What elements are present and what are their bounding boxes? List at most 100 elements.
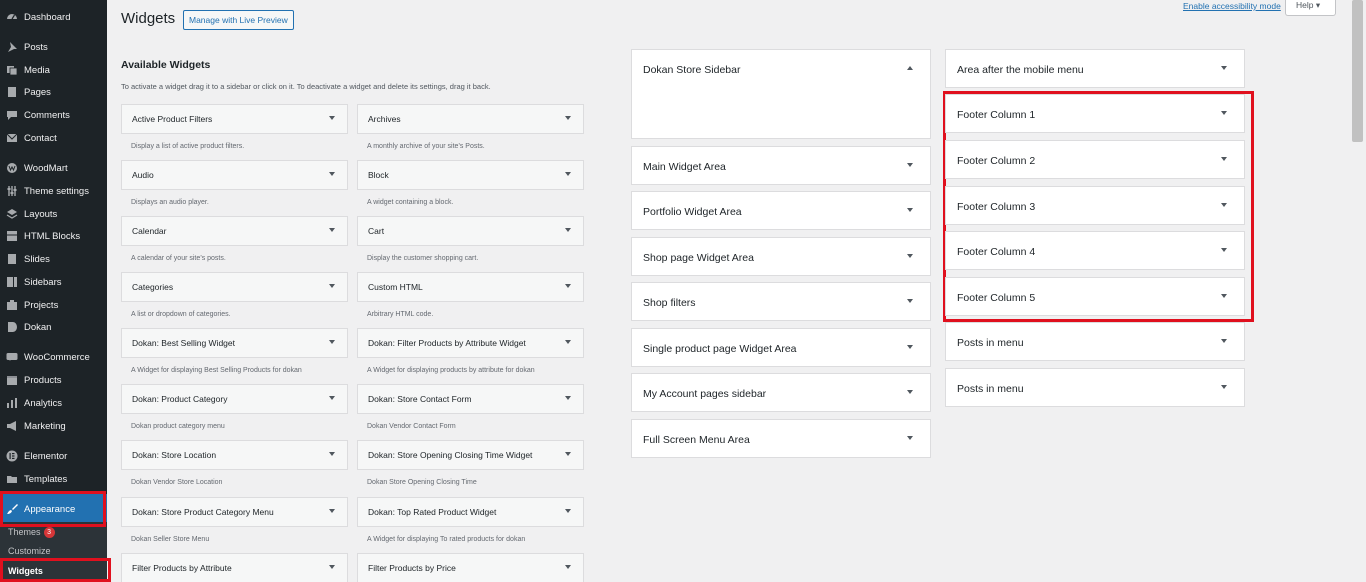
sidebar-area[interactable]: Portfolio Widget Area <box>631 191 931 230</box>
caret-down-icon[interactable] <box>565 509 571 513</box>
widget-tile[interactable]: Custom HTML <box>357 272 584 302</box>
caret-down-icon[interactable] <box>329 172 335 176</box>
caret-down-icon[interactable] <box>1221 248 1227 252</box>
caret-down-icon[interactable] <box>907 254 913 258</box>
sidebar-area[interactable]: Footer Column 4 <box>945 231 1245 270</box>
submenu-themes[interactable]: Themes 3 <box>8 527 55 539</box>
accessibility-mode-link[interactable]: Enable accessibility mode <box>1183 1 1281 11</box>
widget-tile[interactable]: Categories <box>121 272 348 302</box>
widget-tile[interactable]: Dokan: Filter Products by Attribute Widg… <box>357 328 584 358</box>
caret-up-icon[interactable] <box>907 66 913 70</box>
sidebar-area[interactable]: Shop page Widget Area <box>631 237 931 276</box>
menu-theme-settings[interactable]: Theme settings <box>0 180 107 202</box>
caret-down-icon[interactable] <box>907 345 913 349</box>
sidebar-area[interactable]: Shop filters <box>631 282 931 321</box>
sidebar-area[interactable]: Posts in menu <box>945 368 1245 407</box>
menu-appearance[interactable]: Appearance <box>0 494 107 524</box>
live-preview-button[interactable]: Manage with Live Preview <box>183 10 294 30</box>
caret-down-icon[interactable] <box>329 340 335 344</box>
widget-description: A list or dropdown of categories. <box>131 311 231 318</box>
caret-down-icon[interactable] <box>329 396 335 400</box>
widget-tile[interactable]: Dokan: Store Location <box>121 440 348 470</box>
sidebar-area[interactable]: Footer Column 2 <box>945 140 1245 179</box>
menu-posts[interactable]: Posts <box>0 36 107 58</box>
caret-down-icon[interactable] <box>565 565 571 569</box>
caret-down-icon[interactable] <box>907 299 913 303</box>
widget-tile[interactable]: Calendar <box>121 216 348 246</box>
caret-down-icon[interactable] <box>1221 339 1227 343</box>
caret-down-icon[interactable] <box>1221 294 1227 298</box>
submenu-widgets[interactable]: Widgets <box>8 566 43 576</box>
scrollbar-thumb[interactable] <box>1352 0 1363 142</box>
menu-woocommerce[interactable]: WooCommerce <box>0 346 107 368</box>
widget-tile[interactable]: Cart <box>357 216 584 246</box>
widget-tile[interactable]: Dokan: Store Opening Closing Time Widget <box>357 440 584 470</box>
sidebar-area[interactable]: Area after the mobile menu <box>945 49 1245 88</box>
menu-pages[interactable]: Pages <box>0 81 107 103</box>
menu-comments[interactable]: Comments <box>0 104 107 126</box>
caret-down-icon[interactable] <box>565 284 571 288</box>
widget-tile[interactable]: Filter Products by Price <box>357 553 584 582</box>
menu-contact[interactable]: Contact <box>0 127 107 149</box>
widget-tile[interactable]: Dokan: Store Contact Form <box>357 384 584 414</box>
menu-projects[interactable]: Projects <box>0 294 107 316</box>
sidebar-area[interactable]: Footer Column 1 <box>945 94 1245 133</box>
sidebar-area[interactable]: Dokan Store Sidebar <box>631 49 931 139</box>
caret-down-icon[interactable] <box>565 172 571 176</box>
sidebar-area[interactable]: Footer Column 3 <box>945 186 1245 225</box>
caret-down-icon[interactable] <box>329 452 335 456</box>
menu-dashboard[interactable]: Dashboard <box>0 6 107 28</box>
menu-elementor[interactable]: Elementor <box>0 445 107 467</box>
sidebar-area[interactable]: Posts in menu <box>945 322 1245 361</box>
widget-tile[interactable]: Archives <box>357 104 584 134</box>
menu-media[interactable]: Media <box>0 59 107 81</box>
caret-down-icon[interactable] <box>1221 203 1227 207</box>
caret-down-icon[interactable] <box>565 228 571 232</box>
menu-slides[interactable]: Slides <box>0 248 107 270</box>
widget-tile[interactable]: Dokan: Best Selling Widget <box>121 328 348 358</box>
menu-dokan[interactable]: Dokan <box>0 316 107 338</box>
caret-down-icon[interactable] <box>907 208 913 212</box>
menu-analytics[interactable]: Analytics <box>0 392 107 414</box>
widget-title: Block <box>368 170 389 180</box>
caret-down-icon[interactable] <box>565 396 571 400</box>
caret-down-icon[interactable] <box>329 509 335 513</box>
sidebar-area[interactable]: Full Screen Menu Area <box>631 419 931 458</box>
widget-tile[interactable]: Block <box>357 160 584 190</box>
menu-sidebars[interactable]: Sidebars <box>0 271 107 293</box>
caret-down-icon[interactable] <box>565 452 571 456</box>
sidebar-area[interactable]: My Account pages sidebar <box>631 373 931 412</box>
caret-down-icon[interactable] <box>329 284 335 288</box>
submenu-customize[interactable]: Customize <box>8 546 51 556</box>
caret-down-icon[interactable] <box>1221 111 1227 115</box>
caret-down-icon[interactable] <box>1221 385 1227 389</box>
sidebar-area[interactable]: Main Widget Area <box>631 146 931 185</box>
layers-icon <box>6 208 18 220</box>
caret-down-icon[interactable] <box>565 340 571 344</box>
widget-tile[interactable]: Active Product Filters <box>121 104 348 134</box>
widget-tile[interactable]: Filter Products by Attribute <box>121 553 348 582</box>
caret-down-icon[interactable] <box>907 163 913 167</box>
menu-woodmart[interactable]: WoodMart <box>0 157 107 179</box>
caret-down-icon[interactable] <box>329 228 335 232</box>
scrollbar[interactable] <box>1350 0 1366 582</box>
caret-down-icon[interactable] <box>1221 66 1227 70</box>
caret-down-icon[interactable] <box>329 565 335 569</box>
menu-templates[interactable]: Templates <box>0 468 107 490</box>
menu-html-blocks[interactable]: HTML Blocks <box>0 225 107 247</box>
menu-marketing[interactable]: Marketing <box>0 415 107 437</box>
widget-tile[interactable]: Dokan: Store Product Category Menu <box>121 497 348 527</box>
caret-down-icon[interactable] <box>1221 157 1227 161</box>
widget-tile[interactable]: Audio <box>121 160 348 190</box>
caret-down-icon[interactable] <box>907 436 913 440</box>
menu-products[interactable]: Products <box>0 369 107 391</box>
caret-down-icon[interactable] <box>565 116 571 120</box>
widget-tile[interactable]: Dokan: Product Category <box>121 384 348 414</box>
widget-tile[interactable]: Dokan: Top Rated Product Widget <box>357 497 584 527</box>
caret-down-icon[interactable] <box>907 390 913 394</box>
caret-down-icon[interactable] <box>329 116 335 120</box>
sidebar-area[interactable]: Single product page Widget Area <box>631 328 931 367</box>
help-tab[interactable]: Help ▾ <box>1285 0 1336 16</box>
sidebar-area[interactable]: Footer Column 5 <box>945 277 1245 316</box>
menu-layouts[interactable]: Layouts <box>0 203 107 225</box>
